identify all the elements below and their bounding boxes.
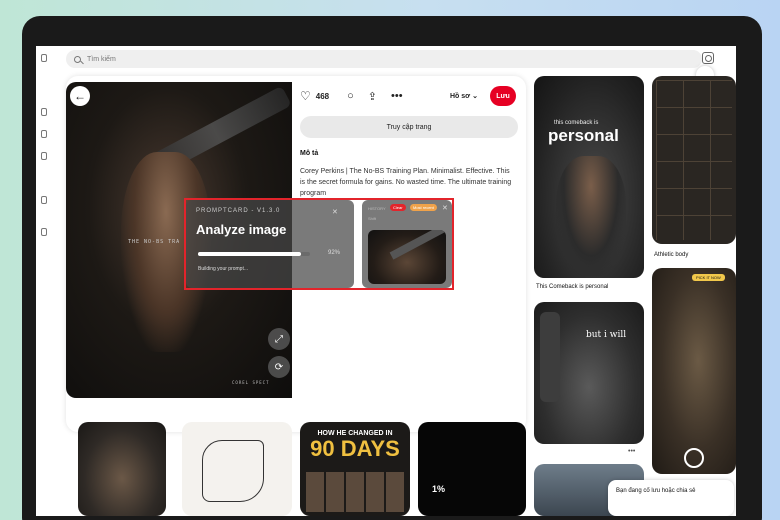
description-text: Corey Perkins | The No-BS Training Plan.…: [300, 168, 512, 197]
arrow-left-icon: ←: [74, 89, 86, 103]
expand-button[interactable]: ⤢: [268, 328, 290, 350]
feed-pin-sketch[interactable]: [182, 422, 292, 516]
feed-pin-athletic-grid[interactable]: [652, 76, 736, 244]
feed-pin-text-big: personal: [548, 126, 619, 145]
search-input[interactable]: Tìm kiếm: [87, 56, 116, 63]
feed-pin-comeback[interactable]: this comeback is personal: [534, 76, 644, 278]
messages-icon[interactable]: [41, 196, 47, 204]
athlete-graphic: [556, 156, 626, 276]
pin-image-credit: COREL SPECT: [232, 380, 270, 385]
promptcard-panel: PROMPTCARD - V1.3.0 ✕ Analyze image 92% …: [186, 200, 354, 288]
feed-pin-90-days[interactable]: HOW HE CHANGED IN 90 DAYS: [300, 422, 410, 516]
photo-strip-graphic: [306, 472, 404, 512]
more-icon[interactable]: •••: [391, 90, 403, 102]
progress-fill: [198, 252, 302, 256]
pin-actions: ♡ 468 ○ ⇪ ••• Hồ sơ ⌄ Lưu: [300, 86, 520, 106]
pin-image-title: THE NO-BS TRA: [128, 239, 181, 245]
camera-icon[interactable]: [702, 52, 714, 64]
search-bar[interactable]: Tìm kiếm: [66, 50, 702, 68]
toast-text: Bạn đang cố lưu hoặc chia sẻ: [616, 488, 696, 494]
home-icon[interactable]: [41, 54, 47, 62]
search-icon: [74, 55, 81, 63]
feed-pin-headline-big: 90 DAYS: [310, 436, 400, 461]
history-label: HISTORY: [368, 206, 386, 211]
settings-icon[interactable]: [41, 228, 47, 236]
create-icon[interactable]: [41, 130, 47, 138]
history-sub-label: Shift: [368, 216, 377, 221]
more-icon[interactable]: •••: [628, 448, 635, 455]
progress-bar: [198, 252, 310, 256]
photo-grid-graphic: [656, 80, 732, 240]
feed-pin-boxing[interactable]: but i will: [534, 302, 644, 444]
recent-badge[interactable]: Most recent: [410, 204, 437, 211]
promptcard-title: Analyze image: [196, 222, 287, 237]
laptop-frame: Tìm kiếm ← THE NO-BS TRA COREL SPECT ⤢ ⟳…: [22, 16, 762, 520]
left-nav-rail: [36, 46, 52, 516]
updates-icon[interactable]: [41, 152, 47, 160]
feed-pin-text: 1%: [432, 484, 446, 494]
promptcard-version: PROMPTCARD - V1.3.0: [196, 208, 281, 214]
promptcard-history-panel: HISTORY Clear Most recent ✕ Shift: [362, 200, 452, 288]
board-select[interactable]: Hồ sơ ⌄: [450, 92, 478, 100]
board-select-label: Hồ sơ: [450, 93, 471, 100]
feed-pin-caption: This Comeback is personal: [536, 284, 609, 290]
feed-pin-caption: Athletic body: [654, 252, 689, 258]
description-title: Mô tả: [300, 150, 319, 157]
progress-percent: 92%: [328, 250, 341, 256]
close-icon[interactable]: ✕: [442, 204, 448, 212]
lens-icon: ⟳: [274, 361, 284, 373]
punching-bag-graphic: [540, 312, 560, 402]
share-icon[interactable]: ⇪: [368, 90, 377, 103]
chevron-down-icon: ⌄: [472, 93, 478, 100]
feed-pin-duo[interactable]: [78, 422, 166, 516]
explore-icon[interactable]: [41, 108, 47, 116]
browser-screen: Tìm kiếm ← THE NO-BS TRA COREL SPECT ⤢ ⟳…: [36, 46, 736, 516]
feed-pin-camera[interactable]: PICK IT NOW: [652, 268, 736, 474]
feed-pin-tag: PICK IT NOW: [692, 274, 725, 281]
shutter-icon: [684, 448, 704, 468]
save-button[interactable]: Lưu: [490, 86, 516, 106]
like-count: 468: [315, 91, 330, 101]
expand-icon: ⤢: [275, 333, 283, 345]
promptcard-highlight-frame: PROMPTCARD - V1.3.0 ✕ Analyze image 92% …: [184, 198, 454, 290]
clear-badge[interactable]: Clear: [390, 204, 406, 211]
back-button[interactable]: ←: [70, 86, 90, 106]
feed-pin-text: but i will: [586, 330, 627, 340]
feed-pin-dark[interactable]: 1%: [418, 422, 526, 516]
visual-search-button[interactable]: ⟳: [268, 356, 290, 378]
heart-icon[interactable]: ♡: [300, 89, 311, 103]
save-share-toast: Bạn đang cố lưu hoặc chia sẻ: [608, 480, 734, 516]
close-icon[interactable]: ✕: [332, 208, 338, 216]
visit-site-button[interactable]: Truy cập trang: [300, 116, 518, 138]
comment-icon[interactable]: ○: [347, 90, 354, 102]
history-thumbnail[interactable]: [368, 230, 446, 284]
progress-status: Building your prompt...: [198, 266, 249, 272]
